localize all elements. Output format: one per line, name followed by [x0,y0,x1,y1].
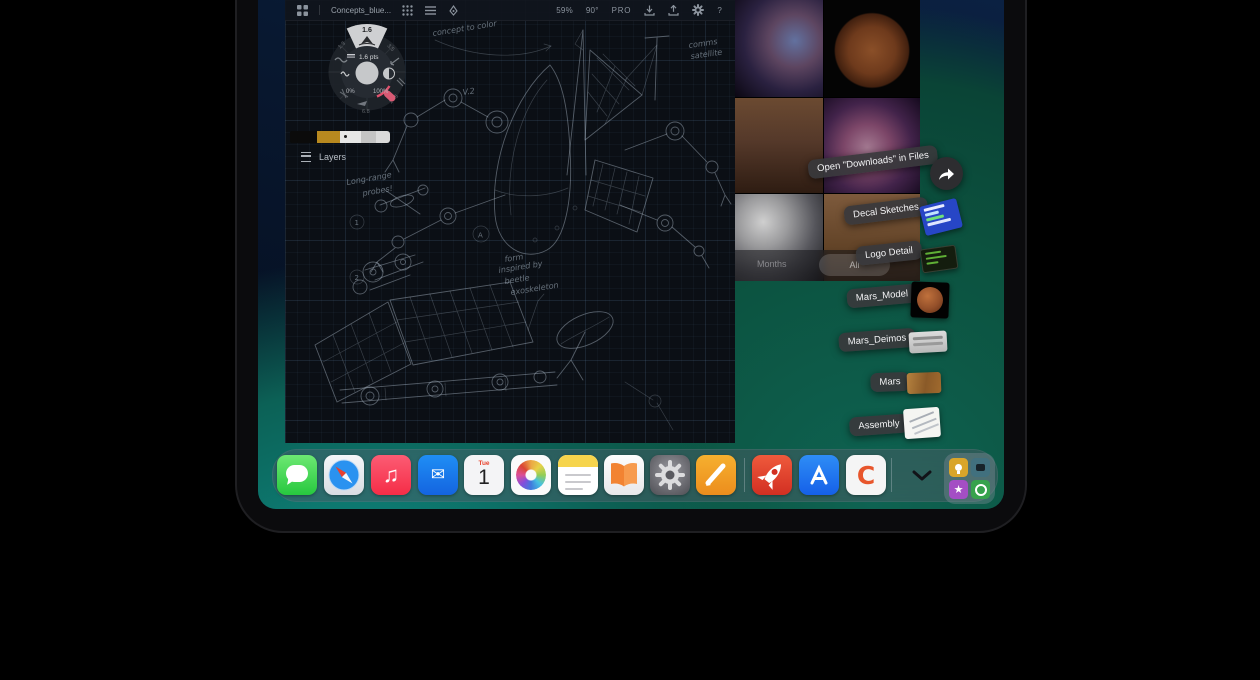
chat-bubble-icon [286,465,308,482]
gear-icon [650,455,690,495]
opacity-max-label: 100% [373,89,389,95]
pen-icon [696,455,736,495]
drag-thumb-mars[interactable] [907,372,942,394]
annotation-form-3: beetle [504,273,530,286]
import-icon[interactable] [644,5,655,16]
dock-icon-calendar[interactable]: Tue 1 [464,455,504,495]
calendar-day: 1 [464,467,504,489]
ring-size-4: 6.8 [362,109,370,115]
pen-nib-icon[interactable] [448,5,459,16]
notes-header [558,455,598,467]
photo-thumbnail-mars-landscape[interactable] [735,98,823,193]
compass-icon [324,455,364,495]
zoom-level[interactable]: 59% [556,6,573,15]
dock-icon-rocket[interactable] [752,455,792,495]
svg-text:1.6 pts: 1.6 pts [359,54,379,61]
active-color-well[interactable] [356,62,379,85]
dock-divider [744,458,745,492]
utility-mini-icon [971,480,990,499]
swatch-black[interactable] [290,131,317,143]
forward-arrow-icon [938,167,955,181]
opacity-min-label: 0% [346,89,355,95]
dock: ♫ ✉ Tue 1 [272,449,998,502]
dock-icon-mail[interactable]: ✉ [418,455,458,495]
swatch-light-selected[interactable] [340,131,361,143]
dock-divider [891,458,892,492]
tool-wheel[interactable]: 1.6 1.3 3.5 14.5 6.8 1.6 pts [307,12,427,132]
dock-icon-concepts[interactable]: C [846,455,886,495]
drag-thumb-logo-detail[interactable] [920,245,959,274]
drag-thumb-mars-deimos[interactable] [908,331,947,354]
dock-icon-settings[interactable] [650,455,690,495]
drag-label-mars[interactable]: Mars [870,372,910,392]
ipad-device-frame: concept to color V.2 comms satellite Lon… [237,0,1025,531]
photos-panel: Months All [735,0,920,281]
layers-menu-icon [301,152,311,162]
settings-gear-icon[interactable] [692,4,704,16]
layers-button[interactable]: Layers [295,149,352,165]
annotation-marker-1: 1 [355,219,359,227]
dock-app-library-cluster[interactable]: ★ [944,453,995,504]
photo-thumbnail-orion-nebula[interactable] [824,98,920,193]
dock-icon-messages[interactable] [277,455,317,495]
app-store-a-icon [799,455,839,495]
dock-icon-music[interactable]: ♫ [371,455,411,495]
color-swatch-bar[interactable] [290,131,390,143]
chevron-down-icon [912,470,932,481]
pro-badge[interactable]: PRO [612,6,632,15]
rocket-icon [752,455,792,495]
help-button[interactable]: ? [717,6,722,15]
camera-mini-icon [971,458,990,477]
photo-thumbnail-nebula[interactable] [735,0,823,97]
photos-flower-icon [516,460,546,490]
open-book-icon [604,455,644,495]
dock-icon-notes[interactable] [558,455,598,495]
export-icon[interactable] [668,5,679,16]
dock-icon-linea-sketch[interactable] [696,455,736,495]
photo-thumbnail-mars-globe[interactable] [824,0,920,97]
concepts-c-icon: C [857,461,875,490]
swatch-gray[interactable] [361,131,376,143]
tab-months[interactable]: Months [757,259,787,269]
share-forward-button[interactable] [930,157,963,190]
dock-collapse-button[interactable] [906,465,938,485]
dock-icon-safari[interactable] [324,455,364,495]
annotation-version: V.2 [462,86,475,97]
swatch-gold[interactable] [317,131,340,143]
annotation-comms-2: satellite [690,48,723,61]
annotation-marker-a: A [478,232,483,240]
music-note-icon: ♫ [383,462,400,488]
favorites-mini-icon: ★ [949,480,968,499]
tips-mini-icon [949,458,968,477]
drag-thumb-mars-model[interactable] [910,281,949,318]
selected-size-label: 1.6 [362,27,372,34]
dock-icon-photos[interactable] [511,455,551,495]
layers-label: Layers [319,152,346,162]
swatch-lightgray[interactable] [376,131,390,143]
concepts-canvas[interactable]: concept to color V.2 comms satellite Lon… [285,0,735,443]
dock-icon-app-store[interactable] [799,455,839,495]
rotation-value[interactable]: 90° [586,6,599,15]
drag-thumb-assembly[interactable] [903,407,941,439]
ipad-screen: concept to color V.2 comms satellite Lon… [258,0,1004,509]
dock-icon-books[interactable] [604,455,644,495]
annotation-probes-2: probes! [361,184,394,198]
annotation-concept-to-color: concept to color [432,19,498,38]
envelope-icon: ✉ [431,465,445,485]
annotation-marker-2: 2 [355,274,359,282]
